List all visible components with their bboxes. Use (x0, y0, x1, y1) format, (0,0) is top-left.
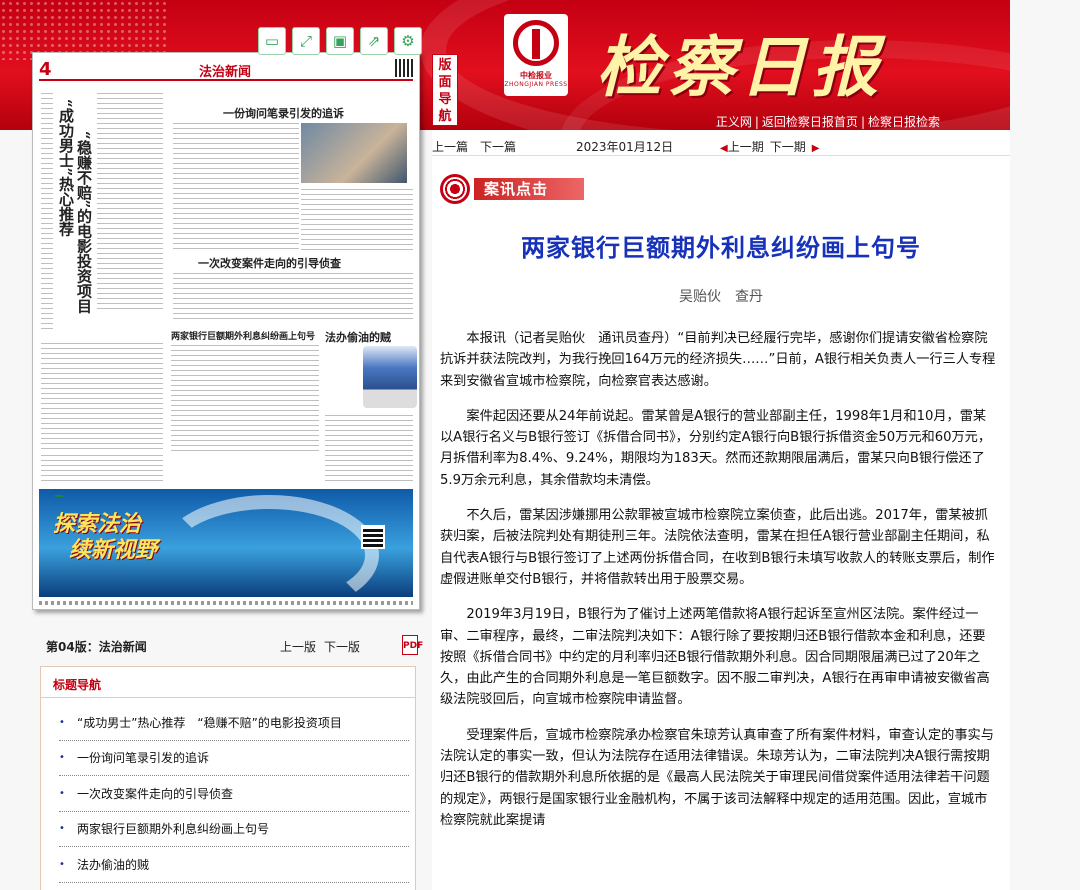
headline-item-label[interactable]: “成功男士”热心推荐 “稳赚不赔”的电影投资项目 (77, 714, 342, 731)
headline-item[interactable]: • “成功男士”热心推荐 “稳赚不赔”的电影投资项目 (59, 705, 409, 741)
text-column (301, 189, 413, 253)
headline-nav-title: 标题导航 (53, 678, 102, 692)
page-icon[interactable]: ▭ (258, 27, 286, 55)
wave-graphic (159, 495, 379, 597)
article-paragraph: 本报讯（记者吴贻伙 通讯员查丹）“目前判决已经履行完毕，感谢你们提请安徽省检察院… (440, 331, 996, 389)
press-logo[interactable]: 中检报业 ZHONGJIAN PRESS (504, 14, 568, 96)
image-toolbar: ▭ ⤢ ▣ ⇗ ⚙ (258, 27, 422, 55)
article-nav: 上一篇 下一篇 2023年01月12日 ◀上一期 下一期 ▶ (432, 136, 1010, 156)
expand-icon[interactable]: ⤢ (292, 27, 320, 55)
bullet-icon: • (59, 858, 65, 870)
inner-headline[interactable]: 两家银行巨额期外利息纠纷画上句号 (171, 329, 315, 342)
vertical-headline[interactable]: “成功男士”热心推荐 (57, 99, 75, 299)
arrow-left-icon: ◀ (720, 143, 728, 154)
bullet-icon: • (59, 787, 65, 799)
page-section-title: 法治新闻 (199, 65, 252, 80)
section-tag: 案讯点击 (440, 172, 590, 206)
headline-item[interactable]: • 一份询问笔录引发的追诉 (59, 741, 409, 776)
article-paragraph: 不久后，雷某因涉嫌挪用公款罪被宣城市检察院立案侦查，此后出逃。2017年，雷某被… (440, 508, 995, 587)
article-paragraph: 案件起因还要从24年前说起。雷某曾是A银行的营业部副主任，1998年1月和10月… (440, 408, 992, 488)
layout-nav-tab[interactable]: 版面导航 (432, 54, 458, 126)
article-prev-next: 上一篇 下一篇 (432, 138, 528, 155)
prev-article-link[interactable]: 上一篇 (432, 140, 468, 154)
text-column (173, 123, 299, 253)
vertical-headline[interactable]: “稳赚不赔”的电影投资项目 (75, 131, 93, 341)
next-article-link[interactable]: 下一篇 (480, 140, 516, 154)
logo-emblem-icon (513, 20, 559, 66)
link-home[interactable]: 返回检察日报首页 (762, 115, 858, 129)
inner-headline[interactable]: 一次改变案件走向的引导侦查 (198, 255, 341, 271)
save-icon[interactable]: ▣ (326, 27, 354, 55)
headline-item[interactable]: • 法办偷油的贼 (59, 847, 409, 883)
prev-page-link[interactable]: 上一版 (280, 640, 316, 654)
arrow-right-icon: ▶ (811, 143, 820, 154)
link-zhengyi[interactable]: 正义网 (716, 115, 752, 129)
headline-list: • “成功男士”热心推荐 “稳赚不赔”的电影投资项目 • 一份询问笔录引发的追诉 •… (59, 705, 409, 883)
press-name-en: ZHONGJIAN PRESS (504, 81, 568, 88)
divider (41, 697, 415, 698)
next-page-link[interactable]: 下一版 (324, 640, 360, 654)
text-column (97, 93, 163, 313)
ad-slogan: 探索法治 续新视野 (53, 511, 157, 563)
section-tag-label: 案讯点击 (474, 178, 584, 200)
headline-item[interactable]: • 两家银行巨额期外利息纠纷画上句号 (59, 812, 409, 847)
text-column (41, 93, 53, 333)
page-number: 4 (39, 59, 52, 80)
headline-nav: 标题导航 • “成功男士”热心推荐 “稳赚不赔”的电影投资项目 • 一份询问笔录引发… (40, 666, 416, 890)
ad-slogan-line: 探索法治 (53, 511, 142, 537)
ad-slogan-line: 续新视野 (69, 537, 158, 563)
headline-item-label[interactable]: 一份询问笔录引发的追诉 (77, 749, 209, 766)
qr-code-icon (395, 59, 413, 77)
page-nav: 上一版 下一版 (280, 638, 368, 655)
page-footer (39, 601, 413, 605)
bullet-icon: • (59, 823, 65, 835)
text-column (325, 415, 413, 485)
article-paragraph: 受理案件后，宣城市检察院承办检察官朱琼芳认真审查了所有案件材料，审查认定的事实与… (440, 727, 994, 828)
text-column (171, 345, 319, 455)
text-column (41, 455, 163, 485)
settings-icon[interactable]: ⚙ (394, 27, 422, 55)
ad-qr-code-icon (361, 525, 385, 549)
page-header: 4 法治新闻 (39, 59, 413, 81)
headline-item-label[interactable]: 一次改变案件走向的引导侦查 (77, 785, 233, 802)
article-paragraph: 2019年3月19日，B银行为了催讨上述两笔借款将A银行起诉至宣州区法院。案件经… (440, 607, 990, 708)
press-name-cn: 中检报业 (520, 71, 552, 80)
text-column (173, 273, 413, 323)
masthead-title: 检察日报 (596, 28, 884, 106)
target-icon (440, 174, 470, 204)
article-title: 两家银行巨额期外利息纠纷画上句号 (521, 234, 921, 262)
share-icon[interactable]: ⇗ (360, 27, 388, 55)
pdf-icon[interactable]: PDF (402, 635, 423, 655)
advertisement-banner[interactable]: 探索法治 续新视野 (39, 489, 413, 597)
banner-pixel-pattern (0, 0, 170, 60)
page-bar: 第04版：法治新闻 上一版 下一版 PDF (46, 635, 423, 656)
article-panel: 上一篇 下一篇 2023年01月12日 ◀上一期 下一期 ▶ 案讯点击 两家银行巨额期… (432, 130, 1010, 890)
issue-nav: ◀上一期 下一期 ▶ (720, 138, 819, 155)
news-photo[interactable] (301, 123, 407, 183)
current-page-label: 第04版：法治新闻 (46, 640, 147, 654)
next-issue-link[interactable]: 下一期 (770, 140, 806, 154)
inner-headline[interactable]: 法办偷油的贼 (325, 329, 391, 345)
ad-tag (55, 495, 63, 497)
headline-item-label[interactable]: 法办偷油的贼 (77, 856, 149, 873)
link-search[interactable]: 检察日报检索 (868, 115, 940, 129)
bullet-icon: • (59, 716, 65, 728)
article-author: 吴贻伙 查丹 (679, 289, 763, 305)
bullet-icon: • (59, 752, 65, 764)
newspaper-page-image[interactable]: 4 法治新闻 “成功男士”热心推荐 “稳赚不赔”的电影投资项目 一份询问笔录引发… (32, 52, 420, 610)
article-body: 本报讯（记者吴贻伙 通讯员查丹）“目前判决已经履行完毕，感谢你们提请安徽省检察院… (440, 328, 998, 845)
top-links: 正义网 | 返回检察日报首页 | 检察日报检索 (715, 115, 940, 129)
text-column (41, 343, 163, 453)
issue-date: 2023年01月12日 (576, 140, 674, 154)
headline-item[interactable]: • 一次改变案件走向的引导侦查 (59, 776, 409, 812)
cartoon-illustration[interactable] (363, 346, 417, 408)
inner-headline[interactable]: 一份询问笔录引发的追诉 (223, 105, 344, 121)
headline-item-label[interactable]: 两家银行巨额期外利息纠纷画上句号 (77, 820, 269, 837)
prev-issue-link[interactable]: 上一期 (728, 140, 764, 154)
